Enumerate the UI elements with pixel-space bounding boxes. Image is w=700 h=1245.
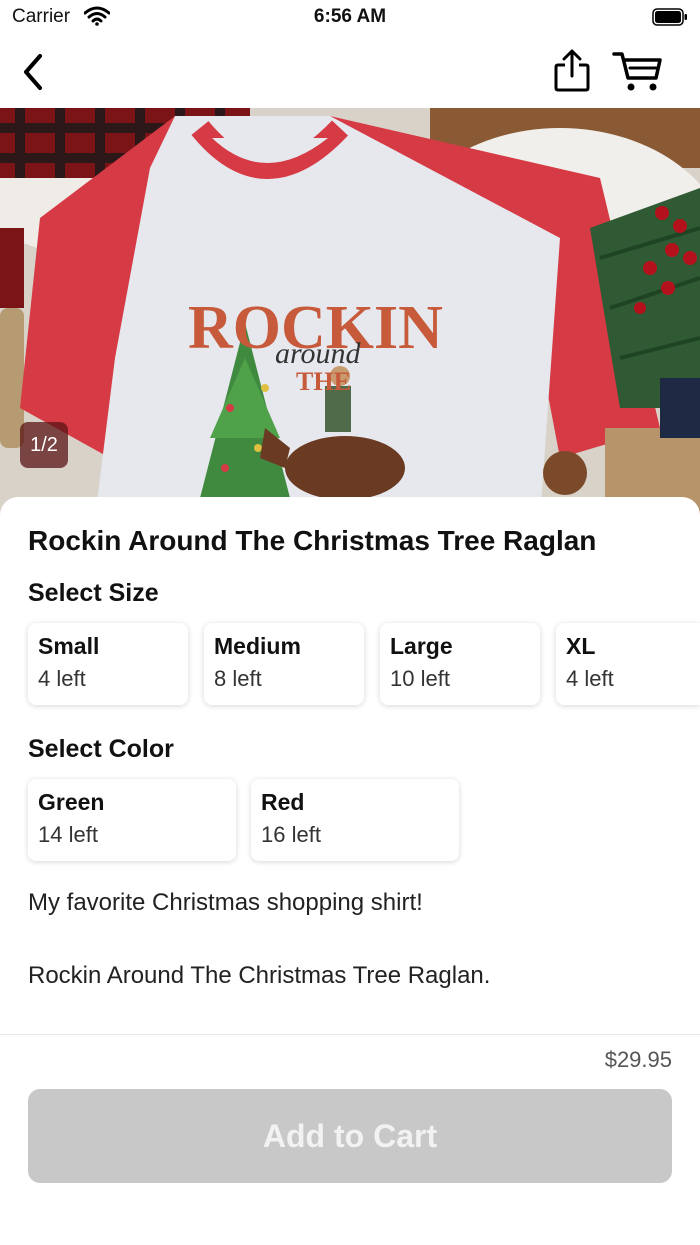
- color-name: Red: [261, 789, 305, 815]
- color-option-green[interactable]: Green 14 left: [28, 779, 236, 861]
- chevron-left-icon: [24, 54, 42, 90]
- size-stock: 4 left: [38, 666, 86, 691]
- size-option-small[interactable]: Small 4 left: [28, 623, 188, 705]
- size-name: Medium: [214, 633, 301, 659]
- status-bar: Carrier 6:56 AM: [0, 0, 700, 36]
- navigation-bar: [0, 36, 700, 108]
- share-button[interactable]: [552, 48, 592, 94]
- product-image-carousel[interactable]: ROCKIN around THE: [0, 108, 700, 518]
- size-name: XL: [566, 633, 596, 659]
- size-option-large[interactable]: Large 10 left: [380, 623, 540, 705]
- size-option-medium[interactable]: Medium 8 left: [204, 623, 364, 705]
- product-title: Rockin Around The Christmas Tree Raglan: [28, 525, 597, 556]
- cart-button[interactable]: [612, 50, 664, 94]
- product-details-sheet: Rockin Around The Christmas Tree Raglan …: [0, 497, 700, 1037]
- size-stock: 4 left: [566, 666, 614, 691]
- product-photo: ROCKIN around THE: [0, 108, 700, 518]
- size-stock: 10 left: [390, 666, 450, 691]
- color-stock: 14 left: [38, 822, 98, 847]
- shirt-print-line2: around: [275, 337, 362, 370]
- size-stock: 8 left: [214, 666, 262, 691]
- status-time: 6:56 AM: [313, 6, 387, 27]
- page-indicator-badge: 1/2: [20, 422, 68, 468]
- add-to-cart-button[interactable]: Add to Cart: [28, 1089, 672, 1183]
- back-button[interactable]: [16, 52, 52, 92]
- cart-icon: [612, 52, 662, 91]
- price-label: $29.95: [604, 1047, 672, 1072]
- color-stock: 16 left: [261, 822, 321, 847]
- shirt-print-line3: THE: [296, 367, 351, 396]
- description-line-2: Rockin Around The Christmas Tree Raglan.: [28, 962, 491, 989]
- color-name: Green: [38, 789, 105, 815]
- size-name: Small: [38, 633, 100, 659]
- battery-icon: [652, 8, 688, 26]
- color-option-red[interactable]: Red 16 left: [251, 779, 459, 861]
- size-name: Large: [390, 633, 453, 659]
- size-section-label: Select Size: [28, 579, 159, 607]
- purchase-footer: $29.95 Add to Cart: [0, 1034, 700, 1245]
- description-line-1: My favorite Christmas shopping shirt!: [28, 889, 423, 916]
- size-option-xl[interactable]: XL 4 left: [556, 623, 700, 705]
- color-section-label: Select Color: [28, 735, 174, 763]
- share-icon: [554, 49, 590, 92]
